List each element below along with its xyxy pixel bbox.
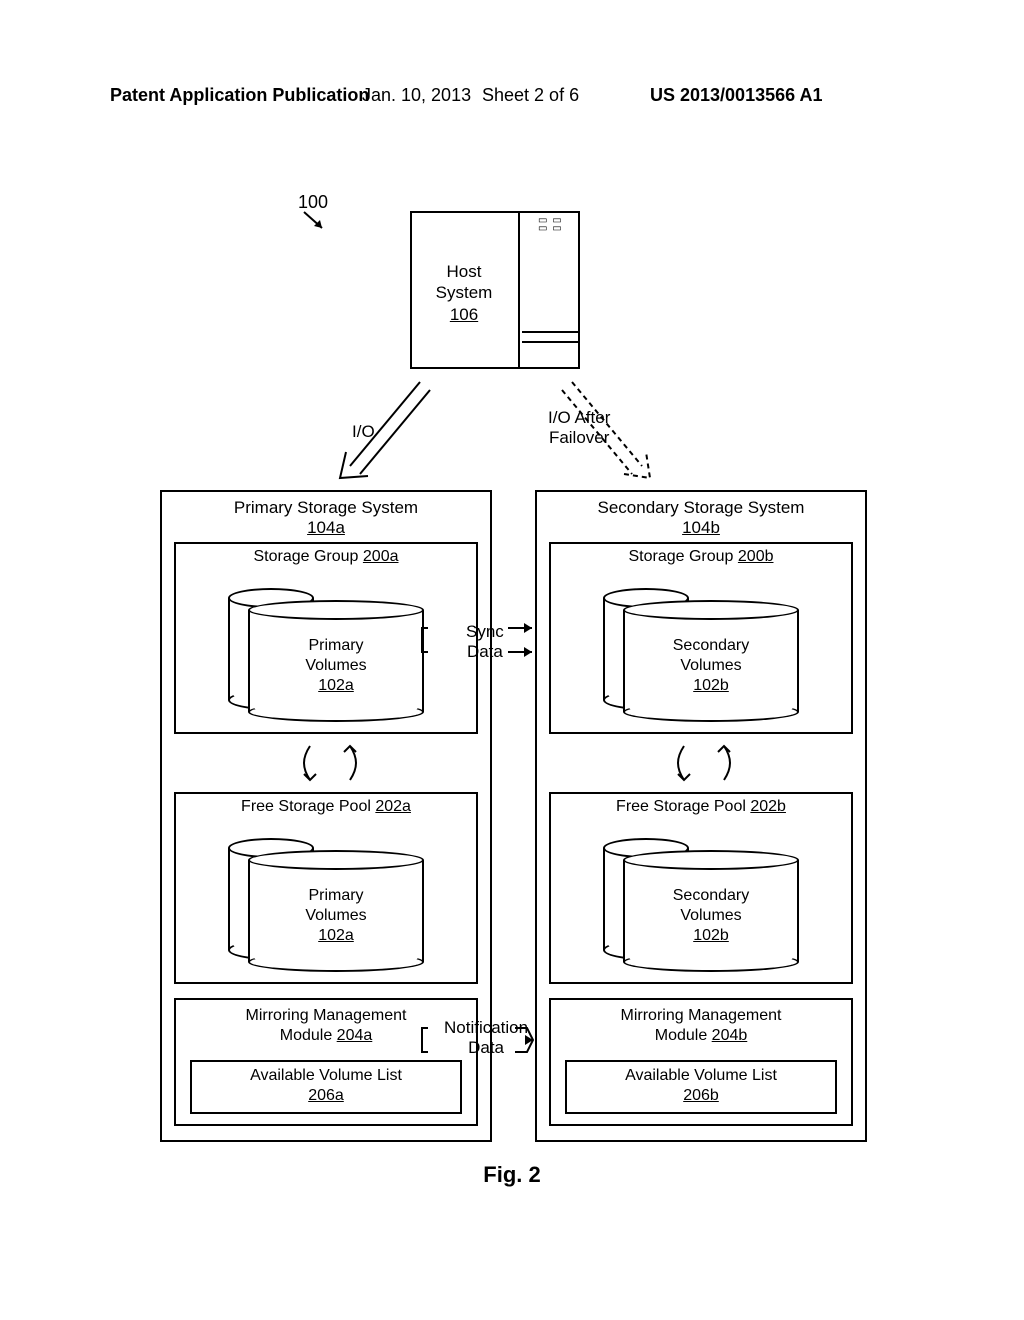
cylinder-front-icon: Secondary Volumes 102b bbox=[623, 850, 799, 972]
primary-avl-box: Available Volume List 206a bbox=[190, 1060, 462, 1114]
vol-ref: 102a bbox=[318, 927, 354, 944]
mgmt-l2: Module bbox=[655, 1027, 707, 1044]
vol-ref: 102b bbox=[693, 927, 729, 944]
avl-ref: 206a bbox=[192, 1086, 460, 1106]
primary-group-prefix: Storage Group bbox=[254, 548, 359, 565]
mgmt-ref: 204a bbox=[337, 1027, 373, 1044]
primary-title-text: Primary Storage System bbox=[234, 498, 418, 517]
figure-caption: Fig. 2 bbox=[0, 1162, 1024, 1188]
header-date: Jan. 10, 2013 bbox=[362, 85, 471, 106]
secondary-pool-label: Secondary Volumes 102b bbox=[623, 886, 799, 946]
vol-ref: 102a bbox=[318, 677, 354, 694]
secondary-pool-ref: 202b bbox=[750, 798, 786, 815]
host-drive-line bbox=[522, 341, 580, 343]
sync-data-arrowhead-icon bbox=[508, 616, 548, 664]
secondary-storage-system: Secondary Storage System 104b Storage Gr… bbox=[535, 490, 867, 1142]
figure-ref-arrow-icon bbox=[300, 208, 330, 232]
header-sheet: Sheet 2 of 6 bbox=[482, 85, 579, 106]
cylinder-front-icon: Primary Volumes 102a bbox=[248, 600, 424, 722]
secondary-pool-prefix: Free Storage Pool bbox=[616, 798, 746, 815]
sync-l2: Data bbox=[467, 642, 503, 661]
cylinder-front-icon: Primary Volumes 102a bbox=[248, 850, 424, 972]
primary-pool-ref: 202a bbox=[375, 798, 411, 815]
mgmt-ref: 204b bbox=[712, 1027, 748, 1044]
primary-free-pool: Free Storage Pool 202a Primary Volumes 1… bbox=[174, 792, 478, 984]
io-left-arrow-icon bbox=[326, 374, 436, 490]
sync-l1: Sync bbox=[466, 622, 504, 641]
header-publication: Patent Application Publication bbox=[110, 85, 369, 106]
mgmt-l2: Module bbox=[280, 1027, 332, 1044]
primary-pool-cylinder: Primary Volumes 102a bbox=[228, 838, 426, 974]
io-right-label: I/O After Failover bbox=[548, 408, 610, 449]
vol-l1: Secondary bbox=[673, 637, 750, 654]
primary-volumes-cylinder: Primary Volumes 102a bbox=[228, 588, 426, 724]
host-drive-line bbox=[522, 331, 580, 333]
secondary-free-pool: Free Storage Pool 202b Secondary Volumes… bbox=[549, 792, 853, 984]
secondary-group-prefix: Storage Group bbox=[629, 548, 734, 565]
host-system-drive bbox=[520, 211, 580, 369]
vol-l2: Volumes bbox=[680, 907, 741, 924]
notification-data-arrowhead-icon bbox=[515, 1016, 545, 1064]
secondary-ref: 104b bbox=[547, 518, 855, 538]
secondary-volumes-cylinder: Secondary Volumes 102b bbox=[603, 588, 801, 724]
secondary-pool-cylinder: Secondary Volumes 102b bbox=[603, 838, 801, 974]
host-system-box: ▭ ▭▭ ▭ Host System 106 bbox=[410, 211, 582, 369]
secondary-group-ref: 200b bbox=[738, 548, 774, 565]
secondary-swap-arrows-icon bbox=[654, 738, 754, 788]
vol-l1: Primary bbox=[308, 887, 363, 904]
mgmt-l1: Mirroring Management bbox=[621, 1007, 782, 1024]
primary-pool-prefix: Free Storage Pool bbox=[241, 798, 371, 815]
vol-l1: Secondary bbox=[673, 887, 750, 904]
secondary-title-text: Secondary Storage System bbox=[598, 498, 805, 517]
secondary-pool-title: Free Storage Pool 202b bbox=[551, 798, 851, 816]
primary-pool-label: Primary Volumes 102a bbox=[248, 886, 424, 946]
primary-pool-title: Free Storage Pool 202a bbox=[176, 798, 476, 816]
sync-data-label: Sync Data bbox=[466, 622, 504, 661]
page: Patent Application Publication Jan. 10, … bbox=[0, 0, 1024, 1320]
secondary-storage-group: Storage Group 200b Secondary Volumes 102… bbox=[549, 542, 853, 734]
primary-ref: 104a bbox=[172, 518, 480, 538]
avl-title: Available Volume List bbox=[250, 1067, 402, 1084]
vol-l2: Volumes bbox=[305, 657, 366, 674]
host-system-label: Host System 106 bbox=[424, 261, 504, 325]
host-ref: 106 bbox=[450, 305, 478, 324]
primary-vol-label: Primary Volumes 102a bbox=[248, 636, 424, 696]
secondary-group-title: Storage Group 200b bbox=[551, 548, 851, 566]
primary-group-ref: 200a bbox=[363, 548, 399, 565]
vol-ref: 102b bbox=[693, 677, 729, 694]
io-right-line2: Failover bbox=[549, 428, 609, 447]
header-pubnum: US 2013/0013566 A1 bbox=[650, 85, 822, 106]
avl-title: Available Volume List bbox=[625, 1067, 777, 1084]
primary-swap-arrows-icon bbox=[280, 738, 380, 788]
secondary-mgmt-title: Mirroring Management Module 204b bbox=[551, 1006, 851, 1046]
cylinder-front-icon: Secondary Volumes 102b bbox=[623, 600, 799, 722]
primary-group-title: Storage Group 200a bbox=[176, 548, 476, 566]
vol-l2: Volumes bbox=[680, 657, 741, 674]
io-right-line1: I/O After bbox=[548, 408, 610, 427]
sync-data-arrow-icon bbox=[420, 616, 464, 664]
vol-l2: Volumes bbox=[305, 907, 366, 924]
notif-l2: Data bbox=[468, 1038, 504, 1057]
host-label-line1: Host bbox=[447, 262, 482, 281]
secondary-vol-label: Secondary Volumes 102b bbox=[623, 636, 799, 696]
secondary-title: Secondary Storage System 104b bbox=[547, 498, 855, 538]
primary-title: Primary Storage System 104a bbox=[172, 498, 480, 538]
io-left-label: I/O bbox=[352, 422, 375, 442]
host-label-line2: System bbox=[436, 283, 493, 302]
secondary-mgmt-module: Mirroring Management Module 204b Availab… bbox=[549, 998, 853, 1126]
secondary-avl-box: Available Volume List 206b bbox=[565, 1060, 837, 1114]
host-drive-dots-icon: ▭ ▭▭ ▭ bbox=[538, 217, 563, 233]
vol-l1: Primary bbox=[308, 637, 363, 654]
mgmt-l1: Mirroring Management bbox=[246, 1007, 407, 1024]
avl-ref: 206b bbox=[567, 1086, 835, 1106]
